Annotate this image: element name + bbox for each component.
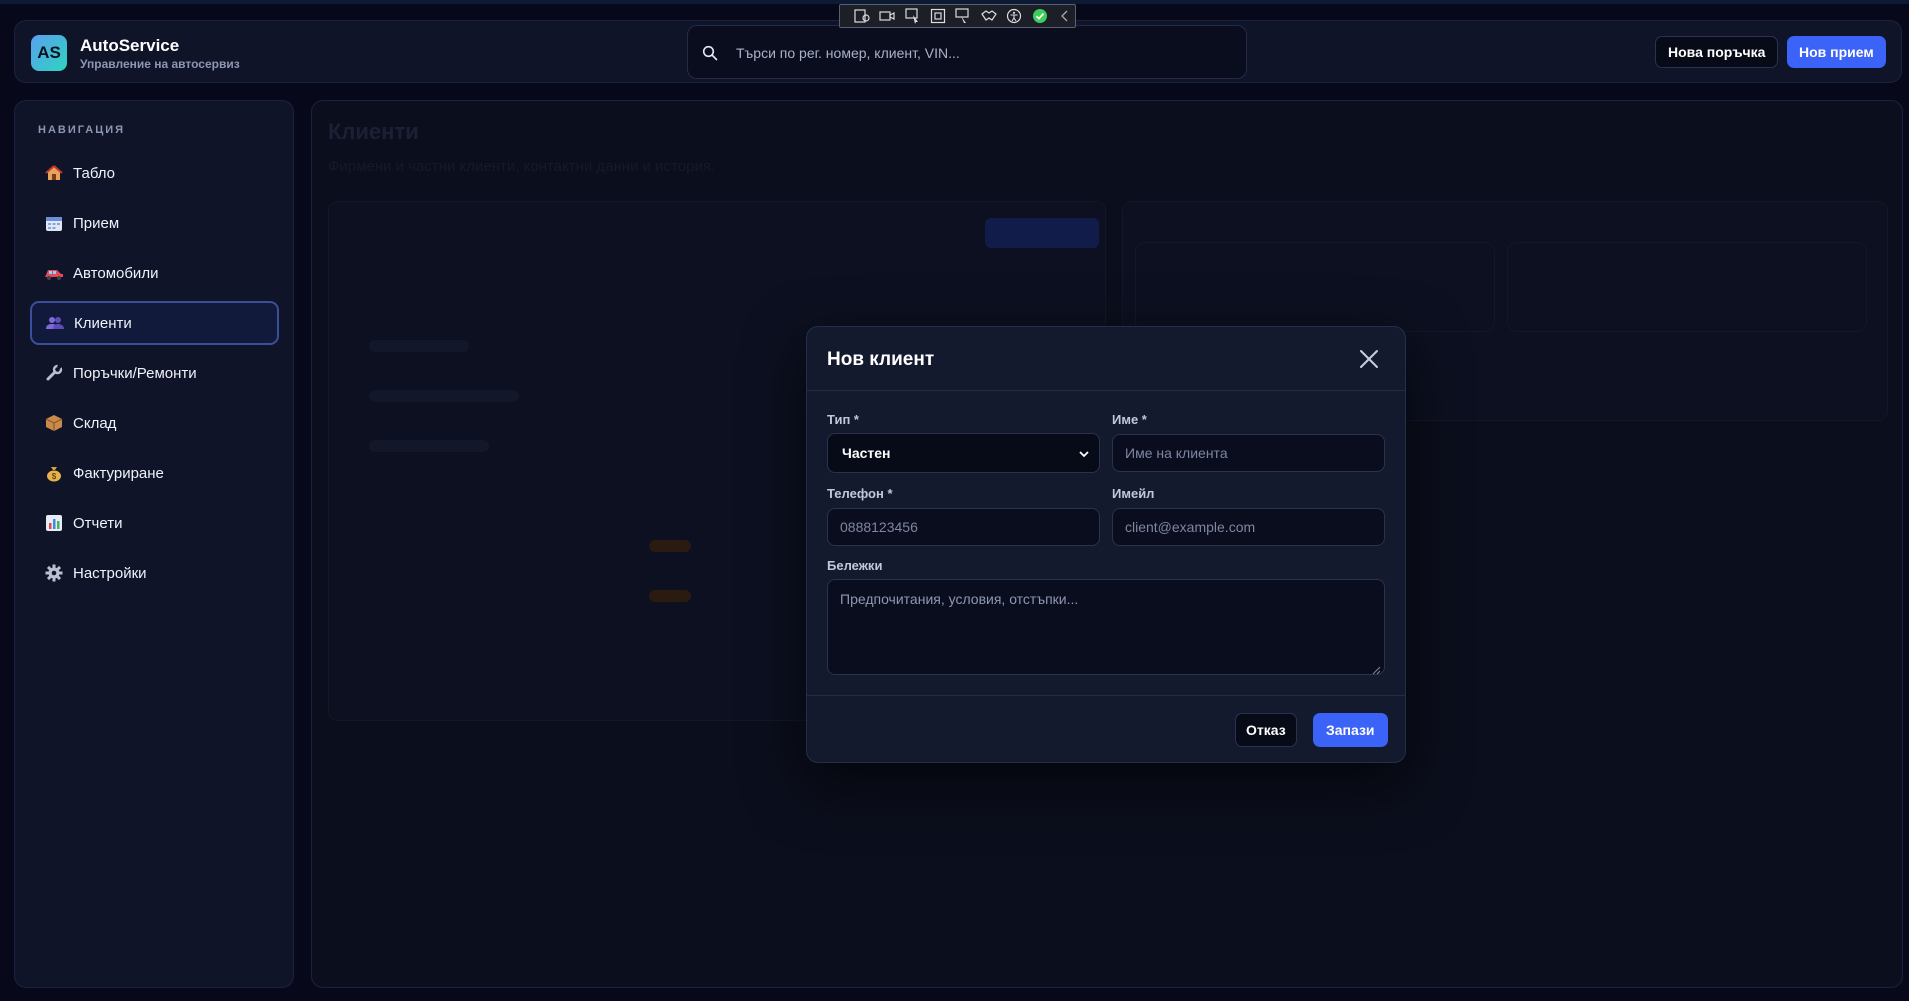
- package-icon: [44, 414, 64, 432]
- page-subtitle: Фирмени и частни клиенти, контактни данн…: [328, 158, 716, 175]
- accessibility-icon[interactable]: [1005, 7, 1024, 25]
- frame-icon[interactable]: [928, 7, 947, 25]
- app-subtitle: Управление на автосервиз: [80, 57, 240, 71]
- sidebar-item-reports[interactable]: Отчети: [30, 501, 279, 545]
- calendar-icon: [44, 214, 64, 232]
- save-button[interactable]: Запази: [1313, 713, 1388, 747]
- sidebar-item-label: Отчети: [73, 514, 123, 532]
- modal-divider: [807, 695, 1405, 696]
- sidebar-item-settings[interactable]: Настройки: [30, 551, 279, 595]
- stat-card: [1507, 242, 1867, 332]
- sidebar: НАВИГАЦИЯ Табло Прием Автомобили Клиенти…: [14, 100, 294, 988]
- inspect-icon[interactable]: [954, 7, 973, 25]
- sidebar-item-invoicing[interactable]: $ Фактуриране: [30, 451, 279, 495]
- video-camera-icon[interactable]: [877, 7, 896, 25]
- gear-icon: [44, 564, 64, 582]
- sidebar-item-cars[interactable]: Автомобили: [30, 251, 279, 295]
- global-search[interactable]: [687, 25, 1247, 79]
- search-input[interactable]: [736, 36, 1226, 70]
- chevron-down-icon: [1079, 451, 1089, 458]
- sidebar-item-label: Клиенти: [74, 314, 132, 332]
- modal-divider: [807, 390, 1405, 391]
- cancel-button[interactable]: Отказ: [1235, 713, 1297, 747]
- handshake-icon[interactable]: [979, 7, 998, 25]
- email-input[interactable]: [1112, 508, 1385, 546]
- select-pointer-icon[interactable]: [903, 7, 922, 25]
- sidebar-item-warehouse[interactable]: Склад: [30, 401, 279, 445]
- status-badge: [649, 540, 691, 552]
- money-bag-icon: $: [44, 464, 64, 482]
- wrench-icon: [44, 364, 64, 382]
- new-intake-button[interactable]: Нов прием: [1787, 36, 1886, 68]
- sidebar-item-clients[interactable]: Клиенти: [30, 301, 279, 345]
- type-label: Тип *: [827, 412, 859, 427]
- app-logo: AS: [31, 35, 67, 71]
- sidebar-item-label: Склад: [73, 414, 117, 432]
- stat-card: [1135, 242, 1495, 332]
- bar-chart-icon: [44, 514, 64, 532]
- sidebar-item-label: Прием: [73, 214, 120, 232]
- nav-heading: НАВИГАЦИЯ: [38, 124, 126, 136]
- email-label: Имейл: [1112, 486, 1155, 501]
- house-icon: [44, 164, 64, 182]
- check-circle-icon[interactable]: [1030, 7, 1049, 25]
- notes-label: Бележки: [827, 558, 883, 573]
- page-settings-icon[interactable]: [852, 7, 871, 25]
- collapse-chevron-icon[interactable]: [1056, 7, 1075, 25]
- name-input[interactable]: [1112, 434, 1385, 472]
- sidebar-item-label: Настройки: [73, 564, 147, 582]
- nav-list: Табло Прием Автомобили Клиенти Поръчки/Р…: [30, 151, 279, 601]
- new-client-modal: Нов клиент Тип * Частен Име * Телефон * …: [806, 326, 1406, 763]
- sidebar-item-dashboard[interactable]: Табло: [30, 151, 279, 195]
- app-header: AS AutoService Управление на автосервиз …: [14, 20, 1902, 83]
- new-order-button[interactable]: Нова поръчка: [1655, 36, 1779, 68]
- phone-input[interactable]: [827, 508, 1100, 546]
- car-icon: [44, 264, 64, 282]
- resize-handle-icon[interactable]: [1371, 665, 1381, 675]
- sidebar-item-label: Автомобили: [73, 264, 159, 282]
- close-icon[interactable]: [1357, 347, 1381, 371]
- status-badge: [649, 590, 691, 602]
- svg-text:$: $: [52, 472, 57, 481]
- floating-toolbar: [839, 4, 1076, 28]
- modal-title: Нов клиент: [827, 349, 935, 370]
- sidebar-item-label: Табло: [73, 164, 116, 182]
- notes-textarea[interactable]: [827, 579, 1385, 675]
- table-row: [369, 340, 469, 352]
- sidebar-item-orders[interactable]: Поръчки/Ремонти: [30, 351, 279, 395]
- page-title: Клиенти: [328, 119, 419, 144]
- name-label: Име *: [1112, 412, 1147, 427]
- table-row: [369, 390, 519, 402]
- users-icon: [45, 314, 65, 332]
- app-name: AutoService: [80, 36, 180, 55]
- phone-label: Телефон *: [827, 486, 893, 501]
- type-select-value: Частен: [842, 445, 891, 461]
- sidebar-item-label: Фактуриране: [73, 464, 164, 482]
- type-select[interactable]: Частен: [827, 433, 1100, 473]
- new-client-button-dimmed: [985, 218, 1099, 248]
- search-icon: [702, 45, 718, 61]
- sidebar-item-label: Поръчки/Ремонти: [73, 364, 197, 382]
- sidebar-item-intake[interactable]: Прием: [30, 201, 279, 245]
- table-row: [369, 440, 489, 452]
